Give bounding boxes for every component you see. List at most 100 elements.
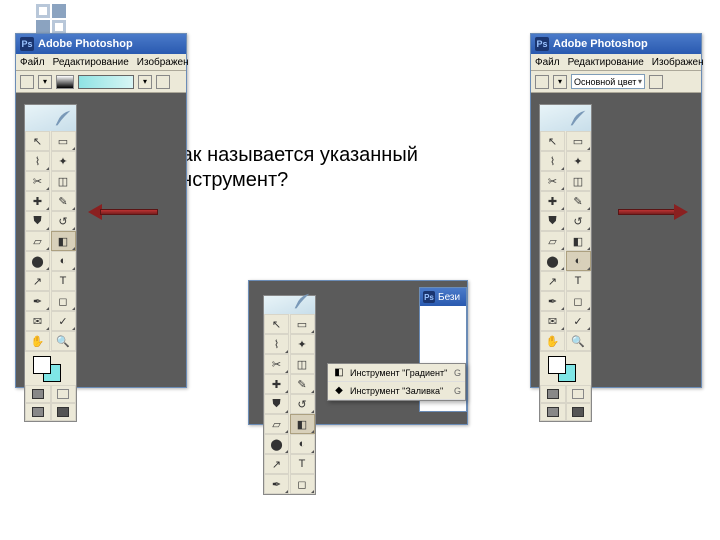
dropdown-icon[interactable]: ▾ bbox=[553, 75, 567, 89]
slice-tool[interactable]: ◫ bbox=[290, 354, 315, 374]
wand-tool[interactable]: ✦ bbox=[566, 151, 591, 171]
patch-tool[interactable]: ✚ bbox=[264, 374, 289, 394]
pen-tool[interactable]: ✒ bbox=[540, 291, 565, 311]
eyedropper-tool[interactable]: ✓ bbox=[51, 311, 76, 331]
document-titlebar[interactable]: Ps Бези bbox=[420, 288, 466, 306]
standard-mode-icon[interactable] bbox=[25, 385, 51, 403]
eyedropper-tool[interactable]: ✓ bbox=[566, 311, 591, 331]
path-tool[interactable]: ↗ bbox=[25, 271, 50, 291]
submenu-indicator-icon bbox=[587, 227, 590, 230]
crop-tool[interactable]: ✂ bbox=[540, 171, 565, 191]
gradient-tool[interactable]: ◧ bbox=[566, 231, 591, 251]
brush-tool[interactable]: ✎ bbox=[290, 374, 315, 394]
brush-tool[interactable]: ✎ bbox=[51, 191, 76, 211]
stamp-tool[interactable]: ⛊ bbox=[540, 211, 565, 231]
hand-tool[interactable]: ✋ bbox=[540, 331, 565, 351]
slice-tool[interactable]: ◫ bbox=[51, 171, 76, 191]
gradient-tool[interactable]: ◧ bbox=[51, 231, 76, 251]
notes-tool[interactable]: ✉ bbox=[25, 311, 50, 331]
lasso-tool[interactable]: ⌇ bbox=[264, 334, 289, 354]
menu-image[interactable]: Изображен bbox=[652, 57, 704, 68]
history-brush-tool[interactable]: ↺ bbox=[290, 394, 315, 414]
gradient-preview[interactable] bbox=[78, 75, 134, 89]
crop-tool[interactable]: ✂ bbox=[25, 171, 50, 191]
dodge-tool[interactable]: ◐ bbox=[290, 434, 315, 454]
screen-mode-icon[interactable] bbox=[25, 403, 51, 421]
pen-tool[interactable]: ✒ bbox=[25, 291, 50, 311]
titlebar[interactable]: Ps Adobe Photoshop bbox=[531, 34, 701, 54]
tool-preset-icon[interactable] bbox=[20, 75, 34, 89]
foreground-color-swatch[interactable] bbox=[33, 356, 51, 374]
gradient-type-icon[interactable] bbox=[156, 75, 170, 89]
dodge-tool[interactable]: ◐ bbox=[566, 251, 591, 271]
stamp-tool[interactable]: ⛊ bbox=[25, 211, 50, 231]
blur-tool[interactable]: ⬤ bbox=[264, 434, 289, 454]
wand-tool[interactable]: ✦ bbox=[51, 151, 76, 171]
gradient-swatch[interactable] bbox=[56, 75, 74, 89]
menu-edit[interactable]: Редактирование bbox=[568, 57, 644, 68]
shape-tool[interactable]: ◻ bbox=[566, 291, 591, 311]
notes-tool[interactable]: ✉ bbox=[540, 311, 565, 331]
submenu-indicator-icon bbox=[72, 147, 75, 150]
type-tool[interactable]: T bbox=[51, 271, 76, 291]
menu-file[interactable]: Файл bbox=[535, 57, 560, 68]
screen-mode-icon[interactable] bbox=[51, 403, 77, 421]
slice-tool[interactable]: ◫ bbox=[566, 171, 591, 191]
fill-mode-select[interactable]: Основной цвет bbox=[571, 74, 645, 89]
screen-mode-icon[interactable] bbox=[566, 403, 592, 421]
foreground-color-swatch[interactable] bbox=[548, 356, 566, 374]
path-tool[interactable]: ↗ bbox=[540, 271, 565, 291]
eraser-tool[interactable]: ▱ bbox=[25, 231, 50, 251]
marquee-tool[interactable]: ▭ bbox=[51, 131, 76, 151]
gradient-tool[interactable]: ◧ bbox=[290, 414, 315, 434]
eraser-tool[interactable]: ▱ bbox=[264, 414, 289, 434]
dodge-tool[interactable]: ◐ bbox=[51, 251, 76, 271]
dropdown-icon[interactable]: ▾ bbox=[138, 75, 152, 89]
menu-file[interactable]: Файл bbox=[20, 57, 45, 68]
history-brush-tool[interactable]: ↺ bbox=[51, 211, 76, 231]
type-tool[interactable]: T bbox=[290, 454, 315, 474]
titlebar[interactable]: Ps Adobe Photoshop bbox=[16, 34, 186, 54]
stamp-tool[interactable]: ⛊ bbox=[264, 394, 289, 414]
marquee-tool[interactable]: ▭ bbox=[566, 131, 591, 151]
eraser-tool[interactable]: ▱ bbox=[540, 231, 565, 251]
submenu-indicator-icon bbox=[285, 430, 288, 433]
menu-image[interactable]: Изображен bbox=[137, 57, 189, 68]
move-tool[interactable]: ↖ bbox=[25, 131, 50, 151]
toolbox: ↖▭⌇✦✂◫✚✎⛊↺▱◧⬤◐↗T✒◻✉✓✋🔍 bbox=[539, 104, 592, 422]
zoom-tool[interactable]: 🔍 bbox=[51, 331, 76, 351]
color-swatches[interactable] bbox=[540, 351, 591, 385]
standard-mode-icon[interactable] bbox=[540, 385, 566, 403]
shape-tool[interactable]: ◻ bbox=[290, 474, 315, 494]
dropdown-icon[interactable]: ▾ bbox=[38, 75, 52, 89]
opt-icon[interactable] bbox=[649, 75, 663, 89]
blur-tool[interactable]: ⬤ bbox=[540, 251, 565, 271]
patch-tool[interactable]: ✚ bbox=[25, 191, 50, 211]
move-tool[interactable]: ↖ bbox=[264, 314, 289, 334]
marquee-tool[interactable]: ▭ bbox=[290, 314, 315, 334]
quickmask-mode-icon[interactable] bbox=[51, 385, 77, 403]
type-tool[interactable]: T bbox=[566, 271, 591, 291]
flyout-item-gradient[interactable]: ◧ Инструмент "Градиент" G bbox=[328, 364, 465, 382]
photoshop-window-bottom: ↖▭⌇✦✂◫✚✎⛊↺▱◧⬤◐↗T✒◻ Ps Бези ◧ Инструмент … bbox=[248, 280, 468, 425]
blur-tool[interactable]: ⬤ bbox=[25, 251, 50, 271]
brush-tool[interactable]: ✎ bbox=[566, 191, 591, 211]
quickmask-mode-icon[interactable] bbox=[566, 385, 592, 403]
zoom-tool[interactable]: 🔍 bbox=[566, 331, 591, 351]
lasso-tool[interactable]: ⌇ bbox=[25, 151, 50, 171]
tool-preset-icon[interactable] bbox=[535, 75, 549, 89]
color-swatches[interactable] bbox=[25, 351, 76, 385]
crop-tool[interactable]: ✂ bbox=[264, 354, 289, 374]
flyout-item-paintbucket[interactable]: ◆ Инструмент "Заливка" G bbox=[328, 382, 465, 400]
lasso-tool[interactable]: ⌇ bbox=[540, 151, 565, 171]
screen-mode-icon[interactable] bbox=[540, 403, 566, 421]
pen-tool[interactable]: ✒ bbox=[264, 474, 289, 494]
move-tool[interactable]: ↖ bbox=[540, 131, 565, 151]
menu-edit[interactable]: Редактирование bbox=[53, 57, 129, 68]
path-tool[interactable]: ↗ bbox=[264, 454, 289, 474]
wand-tool[interactable]: ✦ bbox=[290, 334, 315, 354]
shape-tool[interactable]: ◻ bbox=[51, 291, 76, 311]
hand-tool[interactable]: ✋ bbox=[25, 331, 50, 351]
patch-tool[interactable]: ✚ bbox=[540, 191, 565, 211]
history-brush-tool[interactable]: ↺ bbox=[566, 211, 591, 231]
